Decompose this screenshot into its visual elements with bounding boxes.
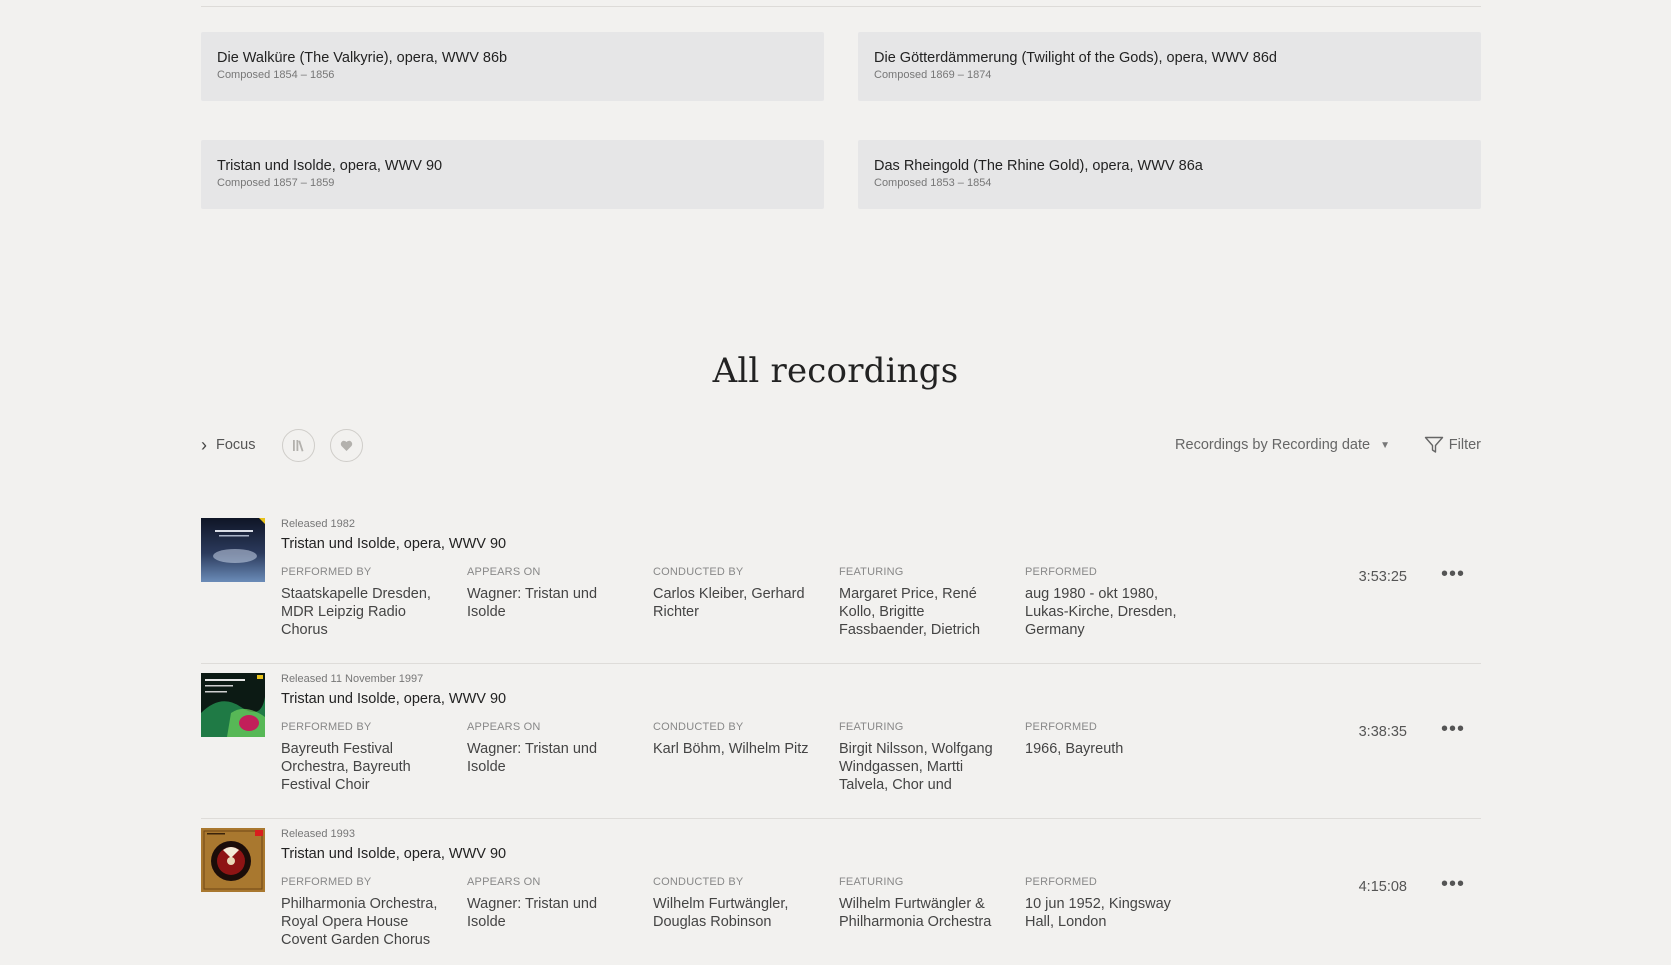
heart-icon <box>340 440 353 451</box>
conducted-by-column: CONDUCTED BY Wilhelm Furtwängler, Dougla… <box>653 876 823 931</box>
performed-column: PERFORMED aug 1980 - okt 1980, Lukas-Kir… <box>1025 566 1195 639</box>
caret-down-icon: ▼ <box>1380 439 1390 451</box>
column-label: CONDUCTED BY <box>653 721 744 733</box>
filter-button[interactable]: Filter <box>1424 428 1481 462</box>
column-label: PERFORMED <box>1025 876 1098 888</box>
column-label: APPEARS ON <box>467 566 541 578</box>
featuring-column: FEATURING Birgit Nilsson, Wolfgang Windg… <box>839 721 1009 794</box>
release-date: Released 1993 <box>281 828 356 840</box>
appears-on-value[interactable]: Wagner: Tristan und Isolde <box>467 585 637 621</box>
recordings-list: Released 1982 Tristan und Isolde, opera,… <box>201 509 1481 965</box>
release-date: Released 11 November 1997 <box>281 673 424 685</box>
duration: 3:38:35 <box>1358 724 1407 740</box>
performed-value: aug 1980 - okt 1980, Lukas-Kirche, Dresd… <box>1025 586 1177 638</box>
column-label: PERFORMED BY <box>281 566 372 578</box>
more-horizontal-icon[interactable]: ••• <box>1441 873 1465 896</box>
section-title: All recordings <box>712 351 959 391</box>
conducted-by-value: Karl Böhm, Wilhelm Pitz <box>653 741 809 757</box>
column-label: APPEARS ON <box>467 876 541 888</box>
work-card[interactable]: Tristan und Isolde, opera, WWV 90 Compos… <box>201 140 824 209</box>
focus-toggle[interactable]: › Focus <box>201 428 256 462</box>
performed-by-column: PERFORMED BY Staatskapelle Dresden, MDR … <box>281 566 451 639</box>
featuring-column: FEATURING Margaret Price, René Kollo, Br… <box>839 566 1009 639</box>
more-horizontal-icon[interactable]: ••• <box>1441 718 1465 741</box>
library-filter-button[interactable] <box>282 429 315 462</box>
work-title: Die Götterdämmerung (Twilight of the God… <box>874 50 1277 66</box>
recording-row: Released 1993 Tristan und Isolde, opera,… <box>201 819 1481 965</box>
recording-row: Released 11 November 1997 Tristan und Is… <box>201 664 1481 819</box>
performed-by-column: PERFORMED BY Philharmonia Orchestra, Roy… <box>281 876 451 949</box>
duration: 4:15:08 <box>1358 879 1407 895</box>
column-label: PERFORMED <box>1025 721 1098 733</box>
page: Die Walküre (The Valkyrie), opera, WWV 8… <box>0 0 1671 965</box>
works-grid: Die Walküre (The Valkyrie), opera, WWV 8… <box>201 32 1481 209</box>
work-composed: Composed 1869 – 1874 <box>874 69 992 81</box>
chevron-right-icon: › <box>201 435 207 455</box>
recordings-toolbar: › Focus Recordings by Recording date ▼ F… <box>201 428 1481 462</box>
featuring-value: Birgit Nilsson, Wolfgang Windgassen, Mar… <box>839 741 993 793</box>
appears-on-column: APPEARS ON Wagner: Tristan und Isolde <box>467 876 637 931</box>
work-composed: Composed 1857 – 1859 <box>217 177 335 189</box>
album-cover[interactable] <box>201 518 265 582</box>
recording-title[interactable]: Tristan und Isolde, opera, WWV 90 <box>281 536 506 552</box>
recording-title[interactable]: Tristan und Isolde, opera, WWV 90 <box>281 846 506 862</box>
performed-by-value: Philharmonia Orchestra, Royal Opera Hous… <box>281 896 438 948</box>
column-label: CONDUCTED BY <box>653 876 744 888</box>
recording-row: Released 1982 Tristan und Isolde, opera,… <box>201 509 1481 664</box>
column-label: PERFORMED BY <box>281 876 372 888</box>
column-label: PERFORMED <box>1025 566 1098 578</box>
column-label: FEATURING <box>839 721 904 733</box>
work-title: Die Walküre (The Valkyrie), opera, WWV 8… <box>217 50 508 66</box>
work-composed: Composed 1854 – 1856 <box>217 69 335 81</box>
column-label: FEATURING <box>839 566 904 578</box>
conducted-by-value: Wilhelm Furtwängler, Douglas Robinson <box>653 896 789 930</box>
sort-label: Recordings by Recording date <box>1175 437 1371 453</box>
appears-on-column: APPEARS ON Wagner: Tristan und Isolde <box>467 566 637 621</box>
work-card[interactable]: Das Rheingold (The Rhine Gold), opera, W… <box>858 140 1481 209</box>
release-date: Released 1982 <box>281 518 356 530</box>
featuring-value: Wilhelm Furtwängler & Philharmonia Orche… <box>839 896 992 930</box>
performed-column: PERFORMED 1966, Bayreuth <box>1025 721 1195 758</box>
work-card[interactable]: Die Götterdämmerung (Twilight of the God… <box>858 32 1481 101</box>
conducted-by-column: CONDUCTED BY Carlos Kleiber, Gerhard Ric… <box>653 566 823 621</box>
column-label: PERFORMED BY <box>281 721 372 733</box>
performed-by-value: Staatskapelle Dresden, MDR Leipzig Radio… <box>281 586 431 638</box>
appears-on-value[interactable]: Wagner: Tristan und Isolde <box>467 740 637 776</box>
column-label: APPEARS ON <box>467 721 541 733</box>
work-card[interactable]: Die Walküre (The Valkyrie), opera, WWV 8… <box>201 32 824 101</box>
performed-by-column: PERFORMED BY Bayreuth Festival Orchestra… <box>281 721 451 794</box>
album-cover[interactable] <box>201 673 265 737</box>
appears-on-value[interactable]: Wagner: Tristan und Isolde <box>467 895 637 931</box>
filter-icon <box>1424 436 1443 453</box>
favorite-filter-button[interactable] <box>330 429 363 462</box>
work-composed: Composed 1853 – 1854 <box>874 177 992 189</box>
conducted-by-column: CONDUCTED BY Karl Böhm, Wilhelm Pitz <box>653 721 823 758</box>
featuring-column: FEATURING Wilhelm Furtwängler & Philharm… <box>839 876 1009 931</box>
duration: 3:53:25 <box>1358 569 1407 585</box>
performed-value: 10 jun 1952, Kingsway Hall, London <box>1025 896 1171 930</box>
filter-label: Filter <box>1448 437 1481 453</box>
sort-dropdown[interactable]: Recordings by Recording date ▼ <box>1175 428 1390 462</box>
featuring-value: Margaret Price, René Kollo, Brigitte Fas… <box>839 586 981 638</box>
divider <box>201 6 1481 7</box>
performed-value: 1966, Bayreuth <box>1025 741 1124 757</box>
focus-label: Focus <box>216 437 256 453</box>
column-label: CONDUCTED BY <box>653 566 744 578</box>
more-horizontal-icon[interactable]: ••• <box>1441 563 1465 586</box>
performed-by-value: Bayreuth Festival Orchestra, Bayreuth Fe… <box>281 741 411 793</box>
recording-title[interactable]: Tristan und Isolde, opera, WWV 90 <box>281 691 506 707</box>
conducted-by-value: Carlos Kleiber, Gerhard Richter <box>653 586 805 620</box>
library-icon <box>293 440 304 452</box>
column-label: FEATURING <box>839 876 904 888</box>
performed-column: PERFORMED 10 jun 1952, Kingsway Hall, Lo… <box>1025 876 1195 931</box>
appears-on-column: APPEARS ON Wagner: Tristan und Isolde <box>467 721 637 776</box>
work-title: Das Rheingold (The Rhine Gold), opera, W… <box>874 158 1203 174</box>
work-title: Tristan und Isolde, opera, WWV 90 <box>217 158 443 174</box>
album-cover[interactable] <box>201 828 265 892</box>
